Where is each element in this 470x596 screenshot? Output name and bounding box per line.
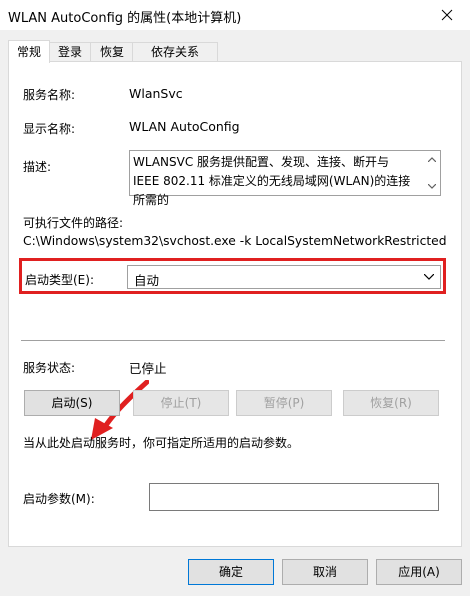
tab-logon[interactable]: 登录 [48, 42, 92, 62]
separator [21, 340, 445, 341]
close-button[interactable] [424, 0, 470, 30]
description-textbox[interactable]: WLANSVC 服务提供配置、发现、连接、断开与 IEEE 802.11 标准定… [129, 150, 441, 207]
general-panel: 服务名称: WlanSvc 显示名称: WLAN AutoConfig 描述: … [8, 61, 462, 547]
display-name-value: WLAN AutoConfig [129, 119, 240, 134]
title-bar: WLAN AutoConfig 的属性(本地计算机) [0, 0, 470, 30]
path-value: C:\Windows\system32\svchost.exe -k Local… [23, 234, 447, 248]
ok-button[interactable]: 确定 [188, 559, 274, 585]
highlight-box [19, 258, 446, 294]
description-scrollbar[interactable] [424, 151, 440, 195]
start-params-input[interactable] [149, 483, 439, 511]
service-name-label: 服务名称: [23, 88, 76, 102]
service-status-value: 已停止 [129, 361, 167, 376]
start-button[interactable]: 启动(S) [24, 390, 120, 416]
resume-button[interactable]: 恢复(R) [343, 390, 439, 416]
description-label: 描述: [23, 160, 52, 174]
display-name-label: 显示名称: [23, 122, 76, 136]
service-name-value: WlanSvc [129, 86, 183, 101]
cancel-button[interactable]: 取消 [282, 559, 368, 585]
tab-dependencies[interactable]: 依存关系 [132, 42, 218, 62]
window-title: WLAN AutoConfig 的属性(本地计算机) [8, 11, 242, 26]
description-text: WLANSVC 服务提供配置、发现、连接、断开与 IEEE 802.11 标准定… [133, 155, 411, 207]
scroll-down-icon[interactable] [428, 184, 436, 189]
start-params-label: 启动参数(M): [23, 492, 95, 506]
service-status-label: 服务状态: [23, 361, 76, 375]
tab-recovery[interactable]: 恢复 [90, 42, 134, 62]
close-icon [441, 9, 453, 21]
tab-general[interactable]: 常规 [8, 40, 50, 63]
start-params-hint: 当从此处启动服务时，你可指定所适用的启动参数。 [23, 436, 300, 450]
pause-button[interactable]: 暂停(P) [236, 390, 332, 416]
scroll-up-icon[interactable] [428, 157, 436, 162]
path-label: 可执行文件的路径: [23, 216, 124, 230]
stop-button[interactable]: 停止(T) [133, 390, 229, 416]
apply-button[interactable]: 应用(A) [376, 559, 462, 585]
